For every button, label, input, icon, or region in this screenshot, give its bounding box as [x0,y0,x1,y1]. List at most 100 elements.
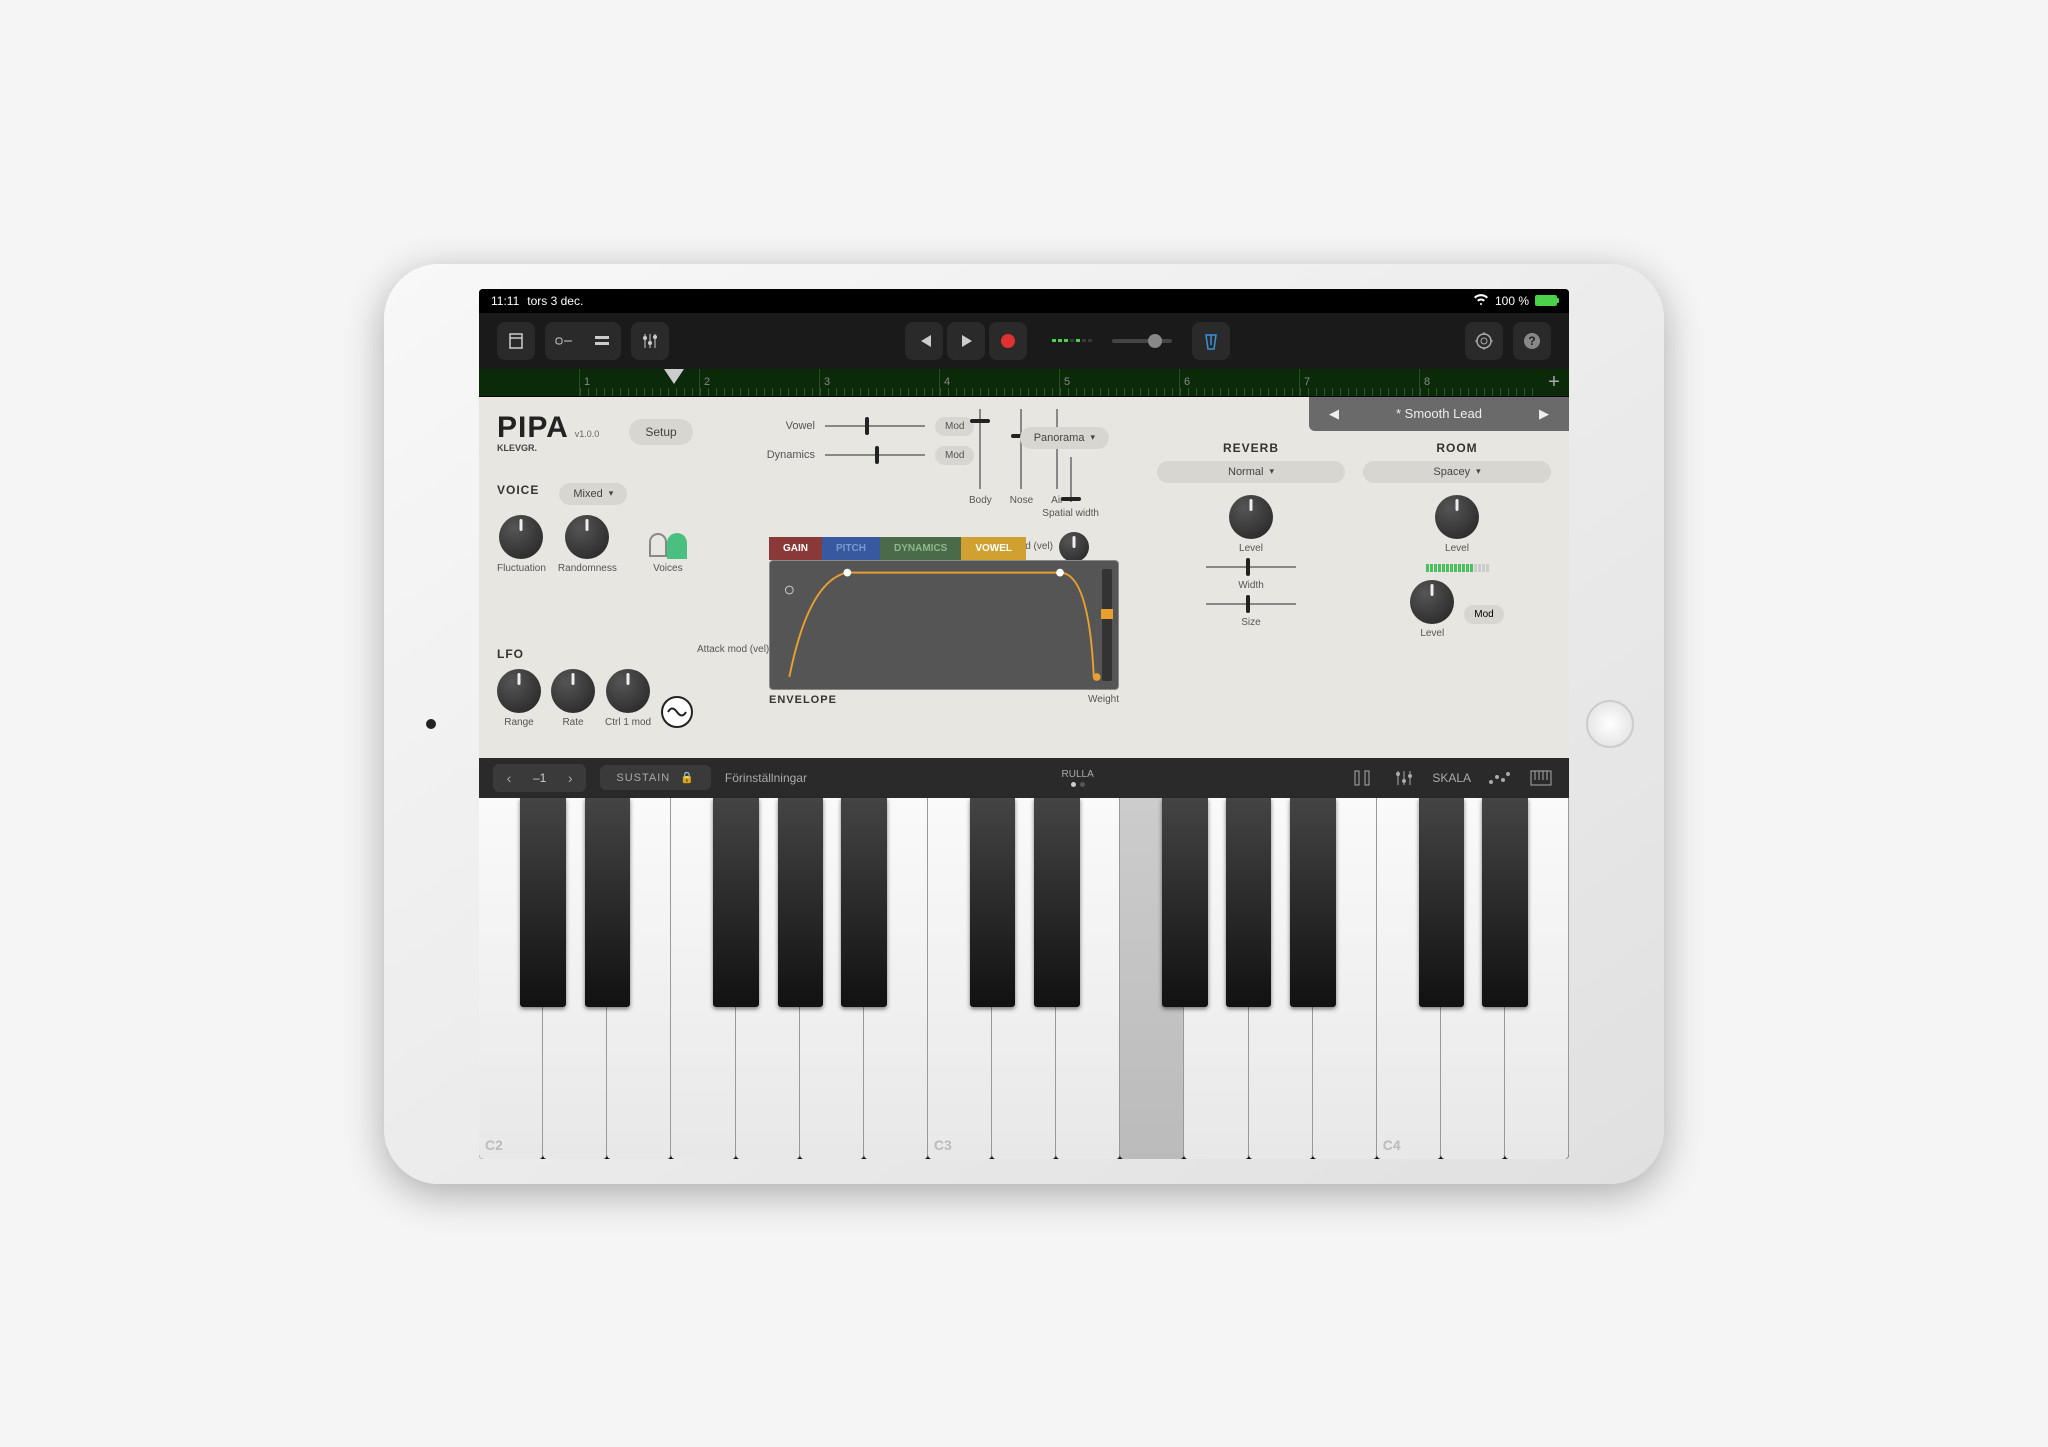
controls-button[interactable] [1390,766,1418,790]
svg-text:?: ? [1528,334,1535,348]
reverb-level-knob[interactable] [1229,495,1273,539]
reverb-title: REVERB [1157,441,1345,455]
nose-slider[interactable] [1020,409,1022,489]
bar-4[interactable]: 4 [939,369,1059,396]
ipad-camera [426,719,436,729]
weight-slider[interactable] [1102,569,1112,681]
setup-button[interactable]: Setup [629,419,692,445]
reverb-mode-select[interactable]: Normal [1157,461,1345,483]
key-fs3[interactable] [1162,798,1208,1007]
dynamics-slider[interactable] [825,454,925,456]
plugin-version: v1.0.0 [575,429,600,439]
status-time: 11:11 [491,294,519,308]
glissando-button[interactable] [1348,766,1376,790]
env-tab-vowel[interactable]: VOWEL [961,537,1026,560]
settings-button[interactable] [1465,322,1503,360]
view-regions-button[interactable] [583,322,621,360]
key-cs3[interactable] [970,798,1016,1007]
env-tab-pitch[interactable]: PITCH [822,537,880,560]
lock-icon: 🔒 [680,771,695,784]
reverb-width-slider[interactable] [1206,566,1296,568]
lfo-waveform-button[interactable] [661,696,693,728]
add-bars-button[interactable]: + [1539,369,1569,396]
vowel-slider[interactable]: .hslider::after{left:var(--p,50%)} [825,425,925,427]
bar-2[interactable]: 2 [699,369,819,396]
dynamics-label: Dynamics [759,449,815,461]
playhead[interactable] [664,369,684,389]
key-cs2[interactable] [520,798,566,1007]
key-ds2[interactable] [585,798,631,1007]
timeline-ruler[interactable]: 1 2 3 4 5 6 7 8 + [479,369,1569,397]
key-cs4[interactable] [1419,798,1465,1007]
room-level2-knob[interactable] [1410,580,1454,624]
plugin-panel: PIPA v1.0.0 KLEVGR. Setup VOICE Mixed Fl… [479,397,1569,758]
scroll-indicator[interactable]: RULLA [1062,769,1094,787]
lfo-range-knob[interactable] [497,669,541,713]
bar-5[interactable]: 5 [1059,369,1179,396]
body-slider[interactable]: .vslider::after{top:var(--t,40px)} [979,409,981,489]
bar-7[interactable]: 7 [1299,369,1419,396]
voice-title: VOICE [497,483,539,497]
key-ds4[interactable] [1482,798,1528,1007]
view-track-button[interactable] [545,322,583,360]
room-mode-select[interactable]: Spacey [1363,461,1551,483]
piano-keyboard[interactable]: C2 C3 C4 [479,798,1569,1159]
lfo-ctrl1-knob[interactable] [606,669,650,713]
room-meter [1363,564,1551,572]
scale-button[interactable]: SKALA [1432,771,1471,785]
key-gs2[interactable] [778,798,824,1007]
env-tab-gain[interactable]: GAIN [769,537,822,560]
mixer-button[interactable] [631,322,669,360]
key-as3[interactable] [1290,798,1336,1007]
randomness-knob[interactable] [565,515,609,559]
key-ds3[interactable] [1034,798,1080,1007]
level-meter [1052,339,1092,342]
room-mod-button[interactable]: Mod [1464,605,1503,624]
lfo-title: LFO [497,647,693,661]
preset-prev-button[interactable]: ◀ [1329,406,1339,422]
sustain-button[interactable]: SUSTAIN🔒 [600,765,711,790]
attack-mod-label: Attack mod (vel) [697,644,769,655]
bar-8[interactable]: 8 [1419,369,1539,396]
metronome-button[interactable] [1192,322,1230,360]
octave-down-button[interactable]: ‹ [493,764,525,792]
preset-name[interactable]: * Smooth Lead [1396,406,1482,421]
bar-6[interactable]: 6 [1179,369,1299,396]
voices-icon[interactable] [649,533,687,559]
key-as2[interactable] [841,798,887,1007]
battery-icon [1535,295,1557,306]
help-button[interactable]: ? [1513,322,1551,360]
bar-3[interactable]: 3 [819,369,939,396]
spatial-width-label: Spatial width [1042,508,1099,519]
browser-button[interactable] [497,322,535,360]
octave-value: –1 [525,764,554,792]
ipad-home-button[interactable] [1586,700,1634,748]
arpeggiator-button[interactable] [1485,766,1513,790]
play-button[interactable] [947,322,985,360]
room-level-knob[interactable] [1435,495,1479,539]
lfo-rate-knob[interactable] [551,669,595,713]
status-date: tors 3 dec. [527,294,583,308]
reverb-size-slider[interactable] [1206,603,1296,605]
envelope-title: ENVELOPE [769,694,837,706]
spatial-width-slider[interactable] [1070,457,1072,502]
voice-mode-select[interactable]: Mixed [559,483,627,505]
octave-up-button[interactable]: › [554,764,586,792]
weight-label: Weight [1088,694,1119,706]
env-tab-dynamics[interactable]: DYNAMICS [880,537,961,560]
preset-bar: ◀ * Smooth Lead ▶ [1309,397,1569,431]
record-button[interactable] [989,322,1027,360]
key-fs2[interactable] [713,798,759,1007]
keyboard-view-button[interactable] [1527,766,1555,790]
wifi-icon [1473,293,1489,308]
fluctuation-knob[interactable] [499,515,543,559]
panorama-select[interactable]: Panorama [1020,427,1109,449]
master-volume[interactable] [1112,339,1172,343]
preset-next-button[interactable]: ▶ [1539,406,1549,422]
rewind-button[interactable] [905,322,943,360]
app-toolbar: ? [479,313,1569,369]
envelope-display[interactable] [769,560,1119,690]
presets-button[interactable]: Förinställningar [725,771,807,785]
key-gs3[interactable] [1226,798,1272,1007]
battery-percent: 100 % [1495,294,1529,308]
